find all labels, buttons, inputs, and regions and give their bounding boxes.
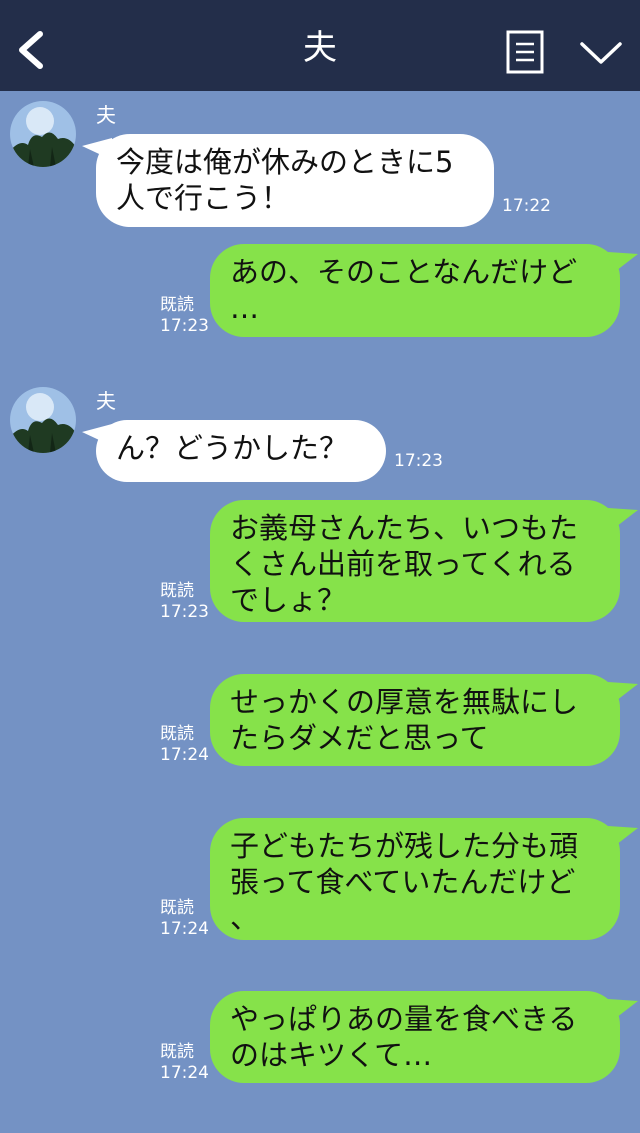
message-bubble-outgoing[interactable]: せっかくの厚意を無駄にし たらダメだと思って — [210, 674, 620, 766]
read-receipt: 既読 — [160, 898, 194, 918]
message-time: 17:23 — [394, 451, 443, 471]
read-receipt: 既読 — [160, 724, 194, 744]
chevron-down-icon[interactable] — [578, 38, 624, 68]
message-time: 17:23 — [160, 602, 209, 622]
message-time: 17:24 — [160, 919, 209, 939]
message-time: 17:24 — [160, 745, 209, 765]
message-bubble-outgoing[interactable]: お義母さんたち、いつもた くさん出前を取ってくれる でしょ？ — [210, 500, 620, 622]
bubble-tail — [608, 826, 638, 848]
message-time: 17:23 — [160, 316, 209, 336]
message-bubble-outgoing[interactable]: やっぱりあの量を食べきる のはキツくて… — [210, 991, 620, 1083]
bubble-tail — [608, 252, 638, 274]
bubble-tail — [608, 508, 638, 530]
chat-header: 夫 — [0, 0, 640, 91]
read-receipt: 既読 — [160, 1042, 194, 1062]
avatar-tree-photo-icon — [10, 387, 76, 453]
chat-title: 夫 — [303, 28, 337, 68]
notes-icon[interactable] — [506, 30, 544, 74]
avatar-tree-photo-icon — [10, 101, 76, 167]
read-receipt: 既読 — [160, 295, 194, 315]
bubble-tail — [608, 999, 638, 1021]
message-bubble-incoming[interactable]: ん？どうかした？ — [96, 420, 386, 482]
avatar[interactable] — [10, 387, 76, 453]
message-bubble-incoming[interactable]: 今度は俺が休みのときに5 人で行こう！ — [96, 134, 494, 227]
avatar[interactable] — [10, 101, 76, 167]
message-bubble-outgoing[interactable]: あの、そのことなんだけど … — [210, 244, 620, 337]
bubble-tail — [608, 682, 638, 704]
sender-name: 夫 — [96, 103, 116, 127]
read-receipt: 既読 — [160, 581, 194, 601]
message-time: 17:24 — [160, 1063, 209, 1083]
sender-name: 夫 — [96, 389, 116, 413]
message-time: 17:22 — [502, 196, 551, 216]
message-bubble-outgoing[interactable]: 子どもたちが残した分も頑 張って食べていたんだけど 、 — [210, 818, 620, 940]
